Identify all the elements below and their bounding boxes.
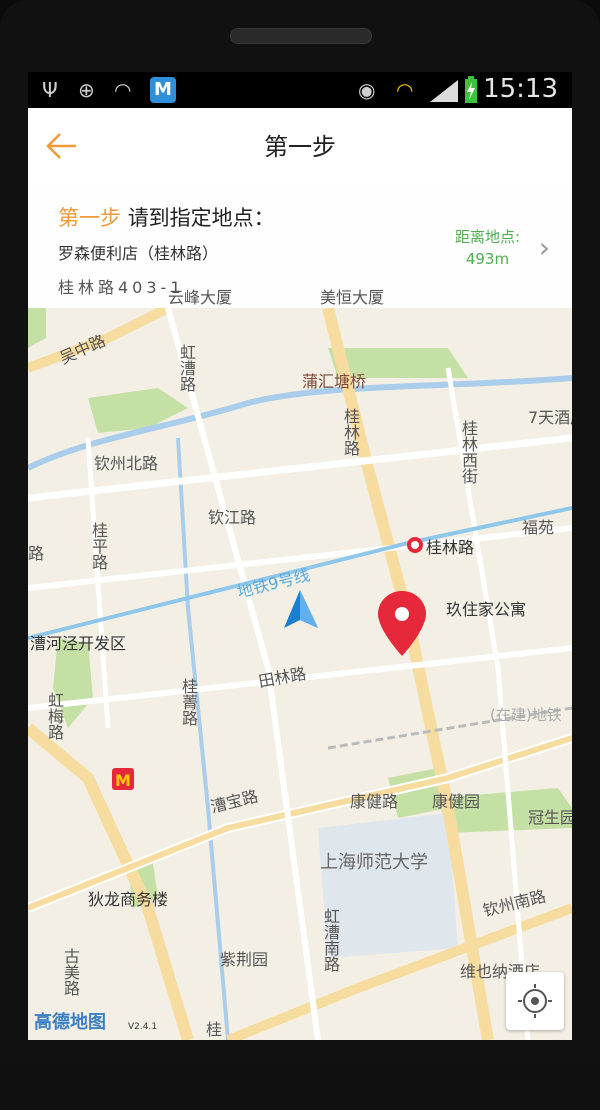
map-label: 蒲汇塘桥 bbox=[302, 372, 367, 391]
map-label: 桂菁路 bbox=[179, 678, 198, 726]
distance-info: 距离地点: 493m bbox=[455, 226, 520, 270]
chevron-right-icon[interactable]: › bbox=[539, 234, 550, 262]
destination-panel[interactable]: 第一步 请到指定地点： 罗森便利店（桂林路） 桂林路403-1 距离地点: 49… bbox=[28, 186, 572, 309]
wifi-icon: ◠ bbox=[396, 78, 414, 102]
map-label: 美恒大厦 bbox=[320, 288, 385, 307]
battery-icon bbox=[465, 76, 477, 103]
shop-address: 桂林路403-1 bbox=[58, 278, 185, 297]
map-label: 钦州北路 bbox=[94, 454, 159, 473]
map-label: 漕河泾开发区 bbox=[30, 634, 127, 653]
shop-name: 罗森便利店（桂林路） bbox=[58, 244, 219, 263]
phone-frame: Ψ ⊕ ◠ M ◉ ◠ 15:13 第一步 第一步 请到指定地点： 罗森便利店（… bbox=[0, 0, 600, 1110]
phone-chin bbox=[0, 1058, 600, 1110]
screen: Ψ ⊕ ◠ M ◉ ◠ 15:13 第一步 第一步 请到指定地点： 罗森便利店（… bbox=[28, 72, 572, 1040]
instruction-text: 请到指定地点： bbox=[127, 206, 275, 230]
map-view[interactable]: M 云峰大厦 美恒大厦 吴中路 虹漕路 蒲汇塘桥 7天酒店 桂林路 桂林西街 钦… bbox=[28, 288, 572, 1040]
clock: 15:13 bbox=[483, 74, 558, 104]
map-label: 福苑 bbox=[522, 518, 555, 537]
map-label: 玖住家公寓 bbox=[446, 600, 527, 619]
step-label: 第一步 bbox=[58, 206, 121, 230]
map-label: 桂林路 bbox=[341, 408, 360, 456]
locate-me-button[interactable] bbox=[506, 972, 564, 1030]
wifi-alert-icon: ◠ bbox=[114, 78, 132, 102]
usb-icon: Ψ bbox=[42, 78, 58, 102]
eye-icon: ◉ bbox=[358, 78, 376, 102]
map-label: 虹漕南路 bbox=[321, 908, 340, 972]
map-label: (在建)地铁 bbox=[490, 706, 562, 724]
map-label: 上海师范大学 bbox=[320, 852, 428, 873]
app-bar: 第一步 bbox=[28, 108, 572, 187]
map-label: 康健园 bbox=[432, 792, 481, 811]
map-label: 康健路 bbox=[350, 792, 399, 811]
map-label: 路 bbox=[28, 544, 45, 563]
map-label: 云峰大厦 bbox=[168, 288, 233, 307]
step-heading: 第一步 请到指定地点： bbox=[58, 202, 275, 232]
speaker-grille bbox=[230, 28, 372, 44]
map-label: 桂 bbox=[206, 1020, 223, 1039]
gps-icon: ⊕ bbox=[78, 78, 95, 102]
map-version: V2.4.1 bbox=[128, 1022, 158, 1032]
map-label: 虹梅路 bbox=[45, 692, 64, 740]
page-title: 第一步 bbox=[264, 133, 336, 161]
svg-text:M: M bbox=[115, 771, 131, 790]
map-label: 紫荆园 bbox=[220, 950, 269, 969]
map-label: 狄龙商务楼 bbox=[88, 890, 169, 909]
map-label: 7天酒店 bbox=[528, 408, 572, 427]
signal-icon bbox=[430, 80, 458, 102]
map-label: 桂平路 bbox=[89, 522, 108, 570]
map-label: 桂林路 bbox=[426, 538, 475, 557]
amap-logo: 高德地图 bbox=[34, 1012, 106, 1033]
app-m-icon: M bbox=[150, 77, 176, 103]
map-label: 钦江路 bbox=[208, 508, 257, 527]
distance-value: 493m bbox=[465, 250, 510, 268]
status-bar: Ψ ⊕ ◠ M ◉ ◠ 15:13 bbox=[28, 72, 572, 108]
crosshair-icon bbox=[518, 984, 552, 1018]
map-label: 桂林西街 bbox=[459, 420, 478, 484]
distance-label: 距离地点: bbox=[454, 228, 520, 246]
map-label: 虹漕路 bbox=[177, 344, 196, 392]
map-label: 冠生园 bbox=[528, 808, 572, 827]
map-label: 古美路 bbox=[61, 948, 80, 996]
